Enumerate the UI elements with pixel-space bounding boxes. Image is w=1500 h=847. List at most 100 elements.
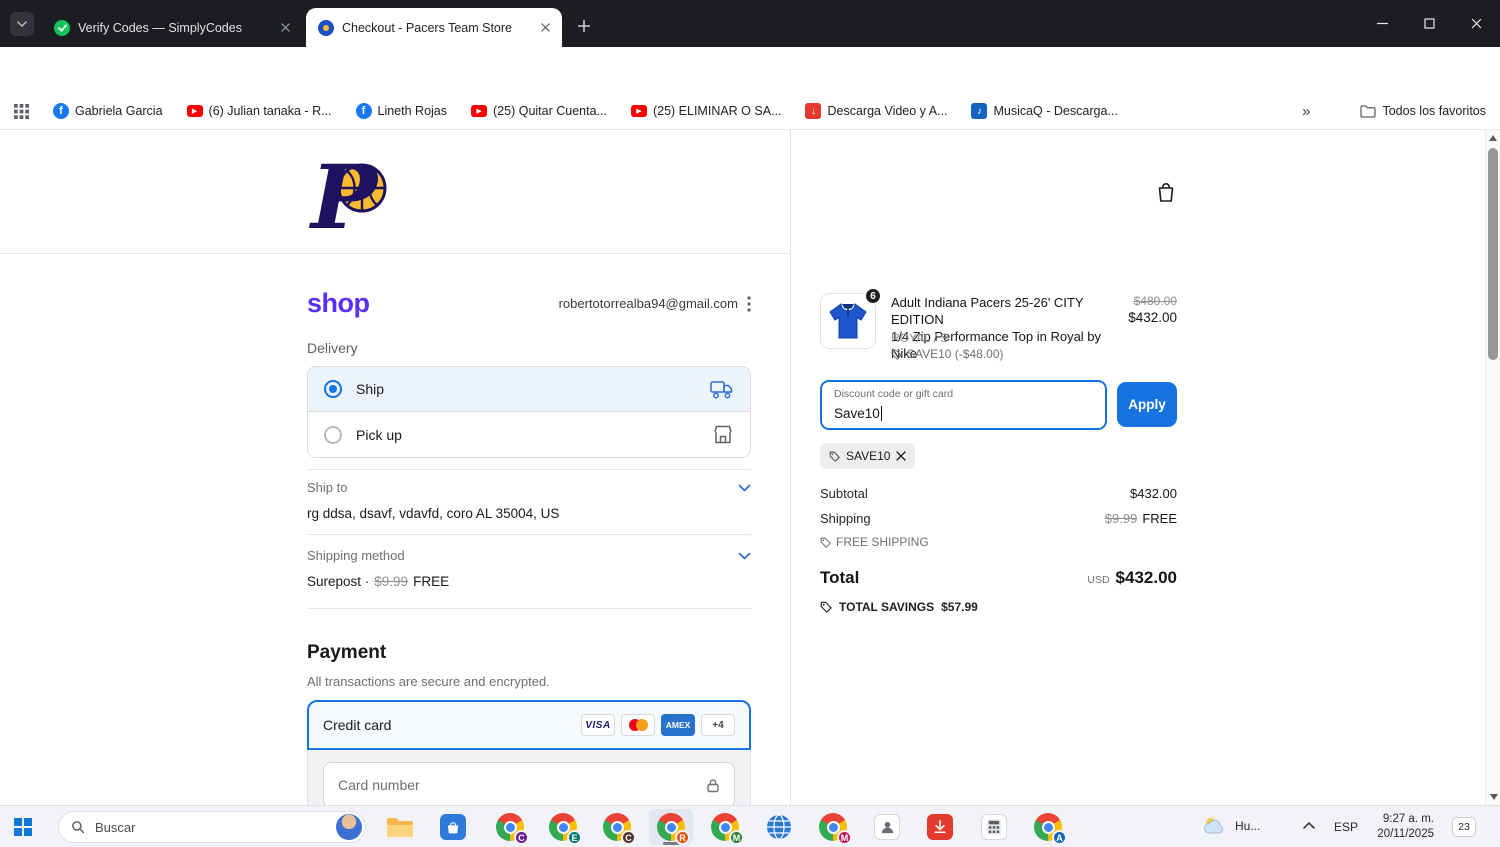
close-window-button[interactable]: [1453, 0, 1500, 47]
maximize-button[interactable]: [1406, 0, 1453, 47]
store-bag-icon: [447, 821, 459, 833]
scroll-up-icon[interactable]: [1489, 135, 1497, 141]
youtube-icon: ▶: [471, 105, 488, 117]
tray-expand-button[interactable]: [1303, 822, 1315, 829]
browser-toolbar: https://shop.app/checkout/49007919253/cn…: [0, 47, 1500, 134]
tab-close-icon[interactable]: [276, 19, 294, 37]
scroll-down-icon[interactable]: [1489, 794, 1498, 800]
all-favorites-button[interactable]: Todos los favoritos: [1360, 104, 1486, 118]
kebab-menu-icon: [747, 295, 751, 312]
bookmarks-bar: f Gabriela Garcia ▶ (6) Julian tanaka - …: [0, 93, 1500, 130]
shipping-method-name: Surepost ·: [307, 574, 370, 589]
credit-card-option[interactable]: Credit card VISA AMEX +4: [307, 700, 751, 750]
tab-title: Verify Codes — SimplyCodes: [78, 20, 242, 35]
taskbar-chrome-profile-m2[interactable]: M: [819, 813, 852, 845]
tab-close-icon[interactable]: [536, 19, 554, 37]
bookmarks-overflow-button[interactable]: »: [1302, 103, 1310, 120]
window-controls: [1359, 0, 1500, 47]
ship-option[interactable]: Ship: [308, 367, 750, 412]
bookmark-item[interactable]: f Gabriela Garcia: [53, 103, 163, 119]
bookmark-label: (25) ELIMINAR O SA...: [652, 104, 782, 118]
card-number-field[interactable]: Card number: [323, 762, 735, 805]
taskbar-chrome-profile-c2[interactable]: C: [603, 813, 636, 845]
free-shipping-text: FREE SHIPPING: [836, 535, 929, 549]
tag-icon: [820, 537, 831, 548]
bookmark-item[interactable]: f Lineth Rojas: [355, 103, 447, 119]
bookmark-label: (6) Julian tanaka - R...: [208, 104, 332, 118]
taskbar-chrome-profile-c[interactable]: C: [496, 813, 529, 845]
youtube-icon: ▶: [630, 105, 647, 117]
subtotal-row: Subtotal $432.00: [820, 486, 1177, 501]
tab-checkout[interactable]: Checkout - Pacers Team Store: [306, 8, 562, 47]
tab-simplycodes[interactable]: Verify Codes — SimplyCodes: [42, 8, 302, 47]
applied-code-text: SAVE10 (-$48.00): [907, 347, 1004, 361]
chevron-down-icon[interactable]: [738, 484, 751, 492]
chevron-down-icon[interactable]: [738, 552, 751, 560]
currency-label: USD: [1087, 574, 1110, 586]
svg-text:P: P: [308, 150, 380, 240]
shipping-method-section[interactable]: Shipping method: [307, 548, 751, 563]
discount-input-label: Discount code or gift card: [834, 388, 954, 400]
bookmark-item[interactable]: ↓ Descarga Video y A...: [805, 103, 947, 119]
taskbar-chrome-profile-a[interactable]: A: [1034, 813, 1067, 845]
profile-badge: C: [621, 830, 636, 845]
taskbar-store-app[interactable]: [439, 813, 467, 841]
subtotal-label: Subtotal: [820, 486, 868, 501]
clock[interactable]: 9:27 a. m. 20/11/2025: [1366, 812, 1434, 842]
taskbar-weather[interactable]: Hu...: [1202, 815, 1260, 836]
minimize-button[interactable]: [1359, 0, 1406, 47]
bookmark-item[interactable]: ▶ (25) ELIMINAR O SA...: [630, 104, 782, 118]
taskbar-chrome-profile-e[interactable]: E: [549, 813, 582, 845]
taskbar-file-explorer[interactable]: [386, 813, 414, 841]
bookmark-item[interactable]: ▶ (25) Quitar Cuenta...: [471, 104, 607, 118]
amex-icon: AMEX: [661, 714, 695, 736]
cart-button[interactable]: [1150, 176, 1182, 208]
music-icon: ♪: [971, 103, 988, 119]
shipping-price: FREE: [413, 574, 450, 589]
pickup-option[interactable]: Pick up: [308, 412, 750, 457]
product-title-line1: Adult Indiana Pacers 25-26' CITY EDITION: [891, 295, 1084, 327]
discount-code-input[interactable]: Discount code or gift card Save10: [820, 380, 1107, 430]
pacers-logo[interactable]: P: [307, 150, 399, 240]
favorites-label: Todos los favoritos: [1382, 104, 1486, 118]
product-prices: $480.00 $432.00: [1100, 294, 1177, 325]
account-menu-button[interactable]: [747, 295, 751, 312]
bookmark-item[interactable]: ▶ (6) Julian tanaka - R...: [186, 104, 332, 118]
taskbar-calculator-app[interactable]: [980, 813, 1008, 841]
product-old-price: $480.00: [1133, 294, 1177, 308]
pacers-favicon-icon: [318, 19, 334, 36]
delivery-options: Ship Pick up: [307, 366, 751, 458]
language-indicator[interactable]: ESP: [1334, 820, 1358, 834]
shop-logo[interactable]: shop: [307, 288, 370, 319]
apps-grid-button[interactable]: [14, 103, 29, 119]
search-avatar[interactable]: [336, 814, 362, 840]
pickup-radio[interactable]: [324, 425, 342, 444]
scrollbar-thumb[interactable]: [1488, 148, 1498, 360]
taskbar-globe-app[interactable]: [765, 813, 793, 841]
ship-radio[interactable]: [324, 380, 342, 398]
start-button[interactable]: [14, 818, 32, 836]
remove-discount-icon[interactable]: [896, 451, 907, 461]
notification-count-badge[interactable]: 23: [1452, 817, 1476, 837]
taskbar-chrome-profile-r-active[interactable]: R: [657, 813, 690, 845]
product-thumbnail: 6: [820, 287, 882, 349]
tab-search-button[interactable]: [10, 12, 34, 36]
folder-icon: [1360, 105, 1377, 118]
page-scrollbar[interactable]: [1485, 130, 1500, 805]
bookmark-label: Gabriela Garcia: [75, 104, 163, 118]
taskbar-download-app[interactable]: [926, 813, 954, 841]
search-placeholder: Buscar: [95, 819, 136, 835]
bookmark-item[interactable]: ♪ MusicaQ - Descarga...: [971, 103, 1118, 119]
section-divider: [307, 469, 751, 470]
profile-badge: M: [837, 830, 852, 845]
taskbar-contacts-app[interactable]: [873, 813, 901, 841]
taskbar-search[interactable]: Buscar: [58, 811, 366, 843]
ship-to-section[interactable]: Ship to: [307, 480, 751, 495]
subtotal-value: $432.00: [1130, 486, 1177, 501]
shipping-method-label: Shipping method: [307, 548, 405, 563]
new-tab-button[interactable]: [572, 14, 596, 38]
apply-button[interactable]: Apply: [1117, 382, 1177, 427]
calculator-icon: [987, 819, 1001, 835]
search-icon: [72, 821, 85, 834]
taskbar-chrome-profile-m[interactable]: M: [711, 813, 744, 845]
